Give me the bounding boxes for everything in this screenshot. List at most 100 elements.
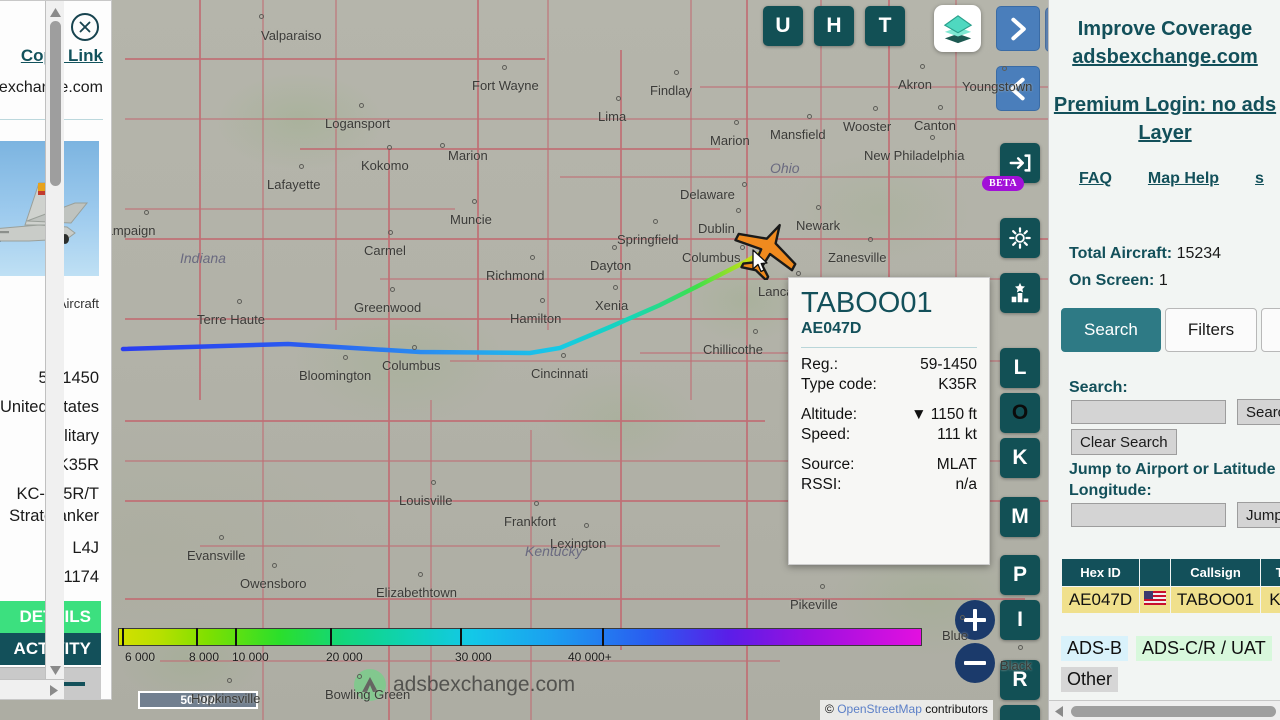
premium-login-text[interactable]: Premium Login: no ads (1054, 94, 1276, 116)
tab-filters[interactable]: Filters (1164, 308, 1258, 352)
popup-value-altitude: ▼ 1150 ft (911, 406, 977, 424)
map-button-i[interactable]: I (1000, 600, 1040, 640)
us-flag-icon (1144, 591, 1166, 605)
city-dot (390, 287, 395, 292)
city-dot (530, 255, 535, 260)
sidebar-hscrollbar-thumb[interactable] (1071, 706, 1276, 717)
column-callsign[interactable]: Callsign (1170, 558, 1261, 587)
cell-hex-id[interactable]: AE047D (1061, 586, 1140, 614)
left-panel-scrollbar[interactable] (45, 1, 64, 699)
city-dot (616, 96, 621, 101)
popup-hex-id: AE047D (801, 320, 862, 338)
popup-value-source: MLAT (936, 456, 977, 474)
scroll-left-arrow-icon[interactable] (1053, 705, 1066, 718)
adsbexchange-app: U H T BETA L O K M P I R 50 NM adsbexcha… (0, 0, 1280, 720)
map-button-u[interactable]: U (763, 6, 803, 46)
city-dot (388, 230, 393, 235)
scrollbar-thumb[interactable] (50, 21, 61, 186)
road (746, 0, 748, 720)
altitude-tick-label: 10 000 (232, 650, 269, 664)
premium-login-link[interactable]: Premium Login: no ads (1049, 94, 1280, 117)
cell-type[interactable]: K35R (1260, 586, 1280, 614)
expand-right-button[interactable] (996, 6, 1040, 51)
map-button-p[interactable]: P (1000, 555, 1040, 595)
zoom-out-button[interactable] (955, 643, 995, 683)
search-input[interactable] (1071, 400, 1226, 424)
map-button-l[interactable]: L (1000, 348, 1040, 388)
popup-callsign: TABOO01 (801, 287, 933, 319)
state-label: Kentucky (525, 543, 583, 559)
road (262, 0, 264, 720)
layers-button[interactable] (934, 5, 981, 52)
city-label: Greenwood (354, 300, 422, 315)
city-label: Chillicothe (703, 342, 763, 357)
clear-search-button[interactable]: Clear Search (1071, 429, 1177, 455)
map-button-m[interactable]: M (1000, 497, 1040, 537)
road (125, 208, 455, 210)
osm-link[interactable]: OpenStreetMap (837, 702, 922, 716)
map-button-h[interactable]: H (814, 6, 854, 46)
column-type[interactable]: Type (1260, 558, 1280, 587)
road (335, 0, 337, 330)
bar-chart-star-icon (1011, 282, 1029, 303)
search-button[interactable]: Search (1237, 399, 1280, 425)
map-button-o[interactable]: O (1000, 393, 1040, 433)
map-help-link[interactable]: Map Help (1148, 170, 1219, 188)
layers-icon (943, 14, 972, 43)
altitude-tick (460, 628, 462, 646)
sidebar-hscrollbar[interactable] (1049, 700, 1280, 720)
city-dot (816, 205, 821, 210)
sidebar-tabs: Search Filters (1061, 308, 1280, 352)
login-arrow-icon (1009, 154, 1031, 172)
extra-link[interactable]: s (1255, 170, 1264, 188)
map-button-k[interactable]: K (1000, 438, 1040, 478)
city-dot (960, 615, 965, 620)
settings-button[interactable] (1000, 218, 1040, 258)
jump-input[interactable] (1071, 503, 1226, 527)
map-button-extra[interactable] (1000, 705, 1040, 720)
city-dot (259, 14, 264, 19)
layer-link[interactable]: Layer (1049, 122, 1280, 145)
popup-row-reg: Reg.: 59-1450 (801, 355, 977, 375)
legend-chip-adsc: ADS-C/R / UAT (1136, 636, 1272, 661)
scroll-up-arrow-icon[interactable] (49, 6, 62, 19)
road (477, 0, 479, 360)
map-button-t[interactable]: T (865, 6, 905, 46)
aircraft-table[interactable]: Hex ID Callsign Type AE047D (1061, 558, 1280, 614)
city-dot (272, 563, 277, 568)
city-label: Richmond (486, 268, 545, 283)
cell-callsign[interactable]: TABOO01 (1170, 586, 1261, 614)
column-hex-id[interactable]: Hex ID (1061, 558, 1140, 587)
city-dot (359, 103, 364, 108)
city-dot (736, 208, 741, 213)
domain-link-text[interactable]: adsbexchange.com (1072, 46, 1258, 68)
road (125, 598, 1025, 600)
road (125, 420, 765, 422)
column-flag[interactable] (1139, 558, 1171, 587)
statistics-button[interactable] (1000, 273, 1040, 313)
altitude-tick-label: 20 000 (326, 650, 363, 664)
left-panel-hscrollbar[interactable] (0, 679, 64, 699)
altitude-tick-label: 6 000 (125, 650, 156, 664)
altitude-tick (122, 628, 124, 646)
headline-domain-link[interactable]: adsbexchange.com (1049, 46, 1280, 69)
city-dot (219, 535, 224, 540)
tab-search[interactable]: Search (1061, 308, 1161, 352)
city-dot (418, 572, 423, 577)
table-row[interactable]: AE047D TABOO01 K35R (1061, 586, 1280, 614)
city-dot (920, 64, 925, 69)
popup-label-source: Source: (801, 456, 855, 474)
faq-link[interactable]: FAQ (1079, 170, 1112, 188)
city-dot (742, 182, 747, 187)
city-label: Columbus (382, 358, 441, 373)
scroll-down-arrow-icon[interactable] (49, 664, 62, 677)
city-dot (868, 237, 873, 242)
jump-button[interactable]: Jump (1237, 502, 1280, 528)
city-dot (534, 501, 539, 506)
close-panel-button[interactable] (71, 13, 99, 41)
tab-extra[interactable] (1261, 308, 1280, 352)
scroll-right-arrow-icon[interactable] (47, 684, 60, 697)
legend-chip-other: Other (1061, 667, 1119, 692)
city-dot (431, 480, 436, 485)
layer-link-text[interactable]: Layer (1138, 122, 1191, 144)
